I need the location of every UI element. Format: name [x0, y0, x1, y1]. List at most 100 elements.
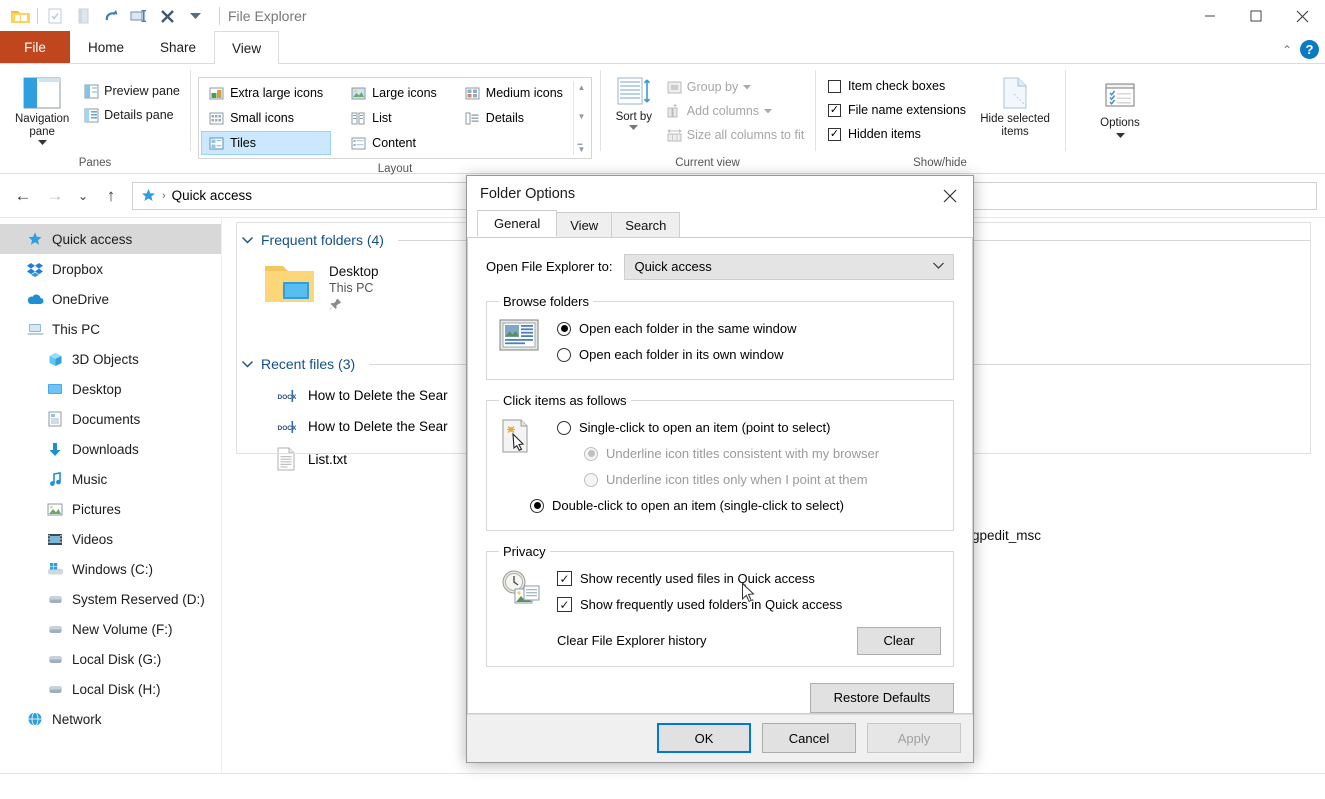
- ok-button[interactable]: OK: [657, 723, 751, 753]
- size-columns-label: Size all columns to fit: [687, 128, 804, 142]
- tab-general[interactable]: General: [477, 210, 557, 237]
- browse-same-window-radio[interactable]: [557, 322, 571, 336]
- file-name-extensions-option[interactable]: ✓ File name extensions: [828, 98, 966, 122]
- hidden-items-option[interactable]: ✓ Hidden items: [828, 122, 966, 146]
- show-recent-files-checkbox[interactable]: ✓: [557, 571, 572, 586]
- minimize-button[interactable]: [1187, 0, 1233, 32]
- new-folder-icon[interactable]: [69, 3, 97, 29]
- tab-file[interactable]: File: [0, 31, 70, 63]
- chevron-down-icon[interactable]: [242, 360, 253, 368]
- group-by-button[interactable]: Group by: [662, 76, 809, 98]
- gallery-expand-icon[interactable]: ━▼: [577, 142, 585, 153]
- layout-small-icons[interactable]: Small icons: [201, 106, 331, 130]
- dialog-close-button[interactable]: [927, 176, 973, 216]
- single-click-radio[interactable]: [557, 421, 571, 435]
- sidebar-item-windows-c[interactable]: Windows (C:): [0, 554, 221, 584]
- preview-pane-button[interactable]: Preview pane: [79, 80, 185, 102]
- chevron-down-icon: [38, 140, 47, 146]
- options-button[interactable]: Options: [1083, 78, 1157, 139]
- tile-name: Desktop: [329, 264, 379, 279]
- sidebar-item-quick-access[interactable]: Quick access: [0, 224, 221, 254]
- layout-list[interactable]: List: [343, 106, 445, 130]
- clear-button[interactable]: Clear: [857, 627, 941, 655]
- sidebar-item-system-reserved-d[interactable]: System Reserved (D:): [0, 584, 221, 614]
- sort-by-button[interactable]: Sort by: [606, 72, 662, 131]
- layout-tiles[interactable]: Tiles: [201, 131, 331, 155]
- size-all-columns-button[interactable]: Size all columns to fit: [662, 124, 809, 146]
- browse-own-window-option[interactable]: Open each folder in its own window: [557, 342, 941, 368]
- sidebar-item-videos[interactable]: Videos: [0, 524, 221, 554]
- show-frequent-folders-checkbox[interactable]: ✓: [557, 597, 572, 612]
- navigation-pane: Quick access Dropbox OneDrive This PC 3D…: [0, 218, 222, 773]
- desktop-icon: [46, 383, 64, 396]
- sidebar-item-3d-objects[interactable]: 3D Objects: [0, 344, 221, 374]
- gallery-scroll-down-icon[interactable]: ▼: [577, 112, 585, 121]
- breadcrumb-current[interactable]: Quick access: [172, 188, 252, 203]
- tab-home[interactable]: Home: [70, 31, 142, 63]
- tab-search[interactable]: Search: [611, 212, 680, 237]
- layout-large-icons[interactable]: Large icons: [343, 81, 445, 105]
- rename-icon[interactable]: [125, 3, 153, 29]
- sidebar-item-desktop[interactable]: Desktop: [0, 374, 221, 404]
- navigation-pane-button[interactable]: Navigation pane: [5, 72, 79, 146]
- add-columns-button[interactable]: Add columns: [662, 100, 809, 122]
- back-button[interactable]: ←: [8, 181, 38, 211]
- item-check-boxes-option[interactable]: Item check boxes: [828, 74, 966, 98]
- dialog-general-panel: Open File Explorer to: Quick access Brow…: [467, 238, 973, 714]
- sidebar-item-this-pc[interactable]: This PC: [0, 314, 221, 344]
- layout-medium-icons[interactable]: Medium icons: [457, 81, 571, 105]
- file-name: How to Delete the Sear: [308, 419, 448, 434]
- hide-selected-items-button[interactable]: Hide selected items: [978, 72, 1052, 139]
- underline-on-point-label: Underline icon titles only when I point …: [606, 472, 868, 487]
- layout-details[interactable]: Details: [457, 106, 571, 130]
- sidebar-item-downloads[interactable]: Downloads: [0, 434, 221, 464]
- customize-dropdown-icon[interactable]: [181, 3, 209, 29]
- layout-gallery: Extra large icons Small icons Tiles Larg…: [198, 77, 592, 159]
- maximize-button[interactable]: [1233, 0, 1279, 32]
- sidebar-item-documents[interactable]: Documents: [0, 404, 221, 434]
- cancel-button[interactable]: Cancel: [762, 723, 856, 753]
- tab-view[interactable]: View: [556, 212, 612, 237]
- delete-icon[interactable]: [153, 3, 181, 29]
- properties-icon[interactable]: [41, 3, 69, 29]
- drive-icon: [46, 653, 64, 665]
- tab-view[interactable]: View: [214, 31, 279, 64]
- chevron-down-icon[interactable]: [242, 236, 253, 244]
- gallery-scroll-up-icon[interactable]: ▲: [577, 83, 585, 92]
- browse-own-window-radio[interactable]: [557, 348, 571, 362]
- item-check-boxes-checkbox[interactable]: [828, 80, 841, 93]
- recent-locations-button[interactable]: ⌄: [72, 181, 94, 211]
- forward-button[interactable]: →: [40, 181, 70, 211]
- browse-same-window-option[interactable]: Open each folder in the same window: [557, 316, 941, 342]
- up-button[interactable]: ↑: [96, 181, 126, 211]
- layout-gallery-scroll[interactable]: ▲ ▼ ━▼: [573, 81, 589, 155]
- close-button[interactable]: [1279, 0, 1325, 32]
- apply-button[interactable]: Apply: [867, 723, 961, 753]
- tab-share[interactable]: Share: [142, 31, 214, 63]
- double-click-radio[interactable]: [530, 499, 544, 513]
- collapse-ribbon-icon[interactable]: ⌃: [1282, 43, 1292, 57]
- single-click-option[interactable]: Single-click to open an item (point to s…: [557, 415, 941, 441]
- layout-extra-large-icons[interactable]: Extra large icons: [201, 81, 331, 105]
- panes-group-label: Panes: [79, 153, 112, 173]
- help-icon[interactable]: ?: [1300, 40, 1319, 59]
- sidebar-item-network[interactable]: Network: [0, 704, 221, 734]
- open-file-explorer-to-select[interactable]: Quick access: [624, 254, 954, 280]
- redo-icon[interactable]: [97, 3, 125, 29]
- file-name-extensions-checkbox[interactable]: ✓: [828, 104, 841, 117]
- layout-content[interactable]: Content: [343, 131, 445, 155]
- double-click-option[interactable]: Double-click to open an item (single-cli…: [530, 493, 941, 519]
- sidebar-item-onedrive[interactable]: OneDrive: [0, 284, 221, 314]
- details-pane-button[interactable]: Details pane: [79, 104, 185, 126]
- sidebar-item-new-volume-f[interactable]: New Volume (F:): [0, 614, 221, 644]
- sidebar-item-music[interactable]: Music: [0, 464, 221, 494]
- sidebar-item-local-disk-h[interactable]: Local Disk (H:): [0, 674, 221, 704]
- sidebar-item-dropbox[interactable]: Dropbox: [0, 254, 221, 284]
- sidebar-label: OneDrive: [52, 292, 109, 307]
- folder-logo-icon[interactable]: [6, 3, 34, 29]
- restore-defaults-button[interactable]: Restore Defaults: [810, 683, 954, 713]
- hidden-items-checkbox[interactable]: ✓: [828, 128, 841, 141]
- quick-access-star-icon: [141, 188, 156, 203]
- sidebar-item-pictures[interactable]: Pictures: [0, 494, 221, 524]
- sidebar-item-local-disk-g[interactable]: Local Disk (G:): [0, 644, 221, 674]
